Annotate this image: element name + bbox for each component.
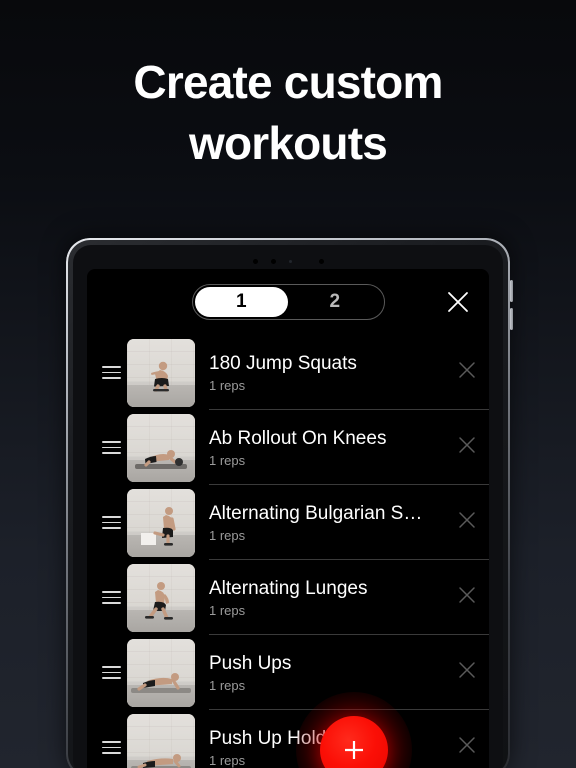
close-icon — [445, 289, 471, 315]
remove-exercise-button[interactable] — [445, 410, 489, 485]
volume-down-button[interactable] — [509, 308, 513, 330]
drag-handle-icon[interactable] — [95, 591, 127, 604]
app-header: 1 2 — [87, 269, 489, 335]
table-row[interactable]: Alternating Bulgarian S… 1 reps — [87, 485, 489, 560]
exercise-thumbnail — [127, 638, 195, 707]
close-icon — [456, 509, 478, 536]
row-text: Push Ups 1 reps — [209, 635, 445, 710]
exercise-reps: 1 reps — [209, 528, 246, 544]
remove-exercise-button[interactable] — [445, 710, 489, 768]
table-row[interactable]: 180 Jump Squats 1 reps — [87, 335, 489, 410]
drag-handle-icon[interactable] — [95, 666, 127, 679]
exercise-thumbnail — [127, 413, 195, 482]
sensor-dot-tiny — [288, 260, 292, 263]
plus-icon — [339, 735, 369, 765]
table-row[interactable]: Alternating Lunges 1 reps — [87, 560, 489, 635]
remove-exercise-button[interactable] — [445, 335, 489, 410]
close-icon — [456, 734, 478, 761]
row-text: Alternating Bulgarian S… 1 reps — [209, 485, 445, 560]
exercise-title: Alternating Lunges — [209, 577, 368, 599]
exercise-reps: 1 reps — [209, 378, 246, 394]
tab-set-2[interactable]: 2 — [288, 287, 382, 317]
sensor-dot — [270, 259, 276, 264]
exercise-title: Ab Rollout On Knees — [209, 427, 387, 449]
headline-line-1: Create custom — [133, 56, 443, 108]
exercise-reps: 1 reps — [209, 603, 246, 619]
exercise-reps: 1 reps — [209, 453, 246, 469]
exercise-thumbnail — [127, 488, 195, 557]
close-icon — [456, 659, 478, 686]
tablet-device-frame: 1 2 180 Jump Squats 1 reps Ab Rollout On… — [66, 238, 513, 768]
close-button[interactable] — [443, 287, 473, 317]
close-icon — [456, 584, 478, 611]
volume-up-button[interactable] — [509, 280, 513, 302]
exercise-reps: 1 reps — [209, 678, 246, 694]
remove-exercise-button[interactable] — [445, 635, 489, 710]
page-title: Create custom workouts — [0, 52, 576, 173]
camera-dot — [252, 259, 258, 264]
row-text: Alternating Lunges 1 reps — [209, 560, 445, 635]
remove-exercise-button[interactable] — [445, 560, 489, 635]
exercise-title: Alternating Bulgarian S… — [209, 502, 423, 524]
close-icon — [456, 359, 478, 386]
row-text: Ab Rollout On Knees 1 reps — [209, 410, 445, 485]
headline-line-2: workouts — [188, 116, 388, 169]
drag-handle-icon[interactable] — [95, 741, 127, 754]
set-segmented-control[interactable]: 1 2 — [191, 284, 385, 320]
row-text: 180 Jump Squats 1 reps — [209, 335, 445, 410]
drag-handle-icon[interactable] — [95, 441, 127, 454]
exercise-title: 180 Jump Squats — [209, 352, 357, 374]
exercise-thumbnail — [127, 563, 195, 632]
front-camera-sensors — [73, 259, 503, 264]
exercise-title: Push Ups — [209, 652, 292, 674]
tab-set-1[interactable]: 1 — [194, 287, 288, 317]
exercise-list: 180 Jump Squats 1 reps Ab Rollout On Kne… — [87, 335, 489, 768]
table-row[interactable]: Push Up Hold 1 reps — [87, 710, 489, 768]
drag-handle-icon[interactable] — [95, 366, 127, 379]
table-row[interactable]: Ab Rollout On Knees 1 reps — [87, 410, 489, 485]
app-screen: 1 2 180 Jump Squats 1 reps Ab Rollout On… — [87, 269, 489, 768]
device-bezel: 1 2 180 Jump Squats 1 reps Ab Rollout On… — [73, 245, 503, 768]
remove-exercise-button[interactable] — [445, 485, 489, 560]
drag-handle-icon[interactable] — [95, 516, 127, 529]
exercise-thumbnail — [127, 713, 195, 768]
camera-dot-secondary — [318, 259, 324, 264]
exercise-thumbnail — [127, 338, 195, 407]
table-row[interactable]: Push Ups 1 reps — [87, 635, 489, 710]
close-icon — [456, 434, 478, 461]
